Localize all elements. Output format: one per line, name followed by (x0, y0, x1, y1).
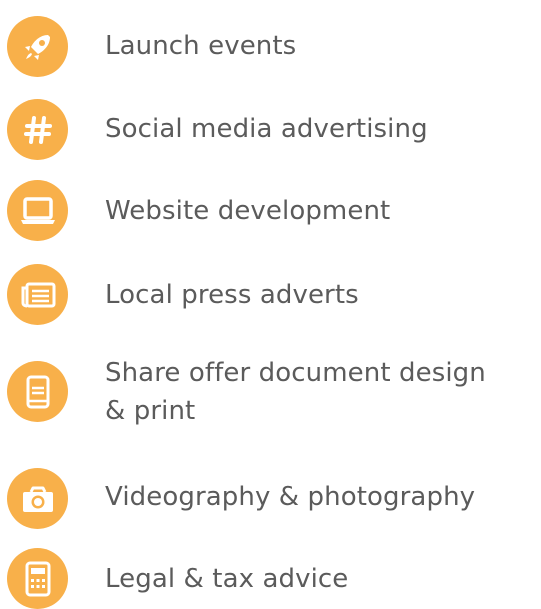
rocket-icon (7, 16, 68, 77)
item-label: Social media advertising (105, 114, 428, 144)
newspaper-icon (7, 264, 68, 325)
item-label: Launch events (105, 31, 297, 61)
hashtag-icon (7, 99, 68, 160)
laptop-icon (7, 180, 68, 241)
calculator-icon (7, 548, 68, 609)
item-label: Videography & photography (105, 482, 476, 512)
item-label-line-2: & print (105, 396, 196, 426)
item-label: Website development (105, 196, 391, 226)
book-icon (7, 361, 68, 422)
services-list: Launch events Social media advertising W… (0, 0, 541, 609)
item-label: Legal & tax advice (105, 564, 349, 594)
item-label: Local press adverts (105, 280, 359, 310)
item-label-line-1: Share offer document design (105, 358, 486, 388)
camera-icon (7, 468, 68, 529)
